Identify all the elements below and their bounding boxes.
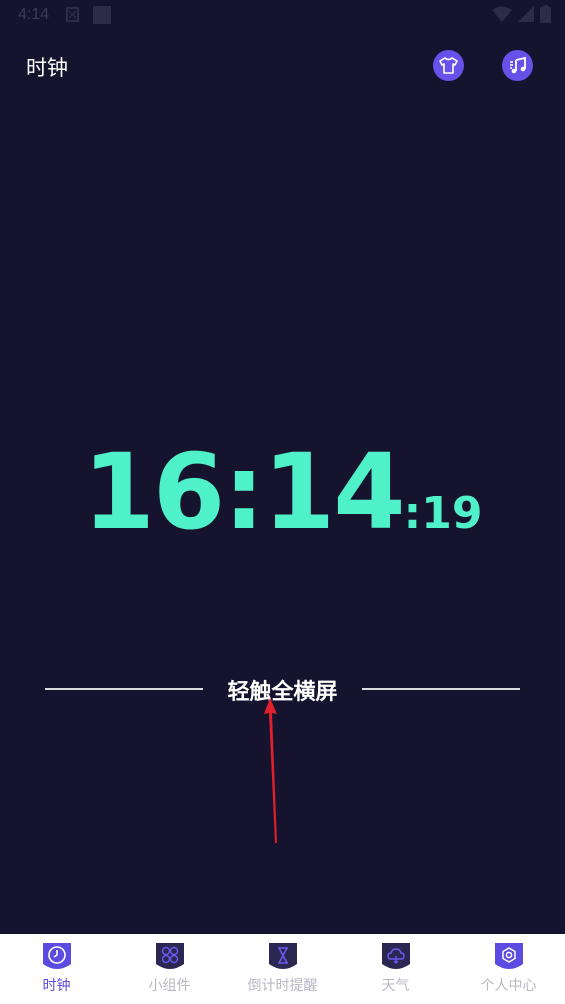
settings-gear-icon <box>494 943 523 969</box>
nav-item-countdown[interactable]: 倒计时提醒 <box>226 934 339 1004</box>
clock-seconds: :19 <box>403 488 483 539</box>
battery-icon <box>540 5 551 23</box>
widgets-icon <box>155 943 184 969</box>
nav-item-weather[interactable]: 天气 <box>339 934 452 1004</box>
nav-item-clock[interactable]: 时钟 <box>0 934 113 1004</box>
theme-button[interactable] <box>433 50 464 81</box>
nav-label: 倒计时提醒 <box>247 978 318 994</box>
signal-icon <box>518 6 534 22</box>
status-time: 4:14 <box>18 6 50 23</box>
status-indicators <box>492 5 551 23</box>
nav-item-widgets[interactable]: 小组件 <box>113 934 226 1004</box>
annotation-arrow-icon <box>264 698 277 843</box>
nav-label: 小组件 <box>148 978 191 994</box>
wifi-icon <box>492 6 512 22</box>
bottom-nav: 时钟 小组件 倒计时提醒 天气 个人中心 <box>0 934 565 1004</box>
nav-label: 个人中心 <box>480 978 537 994</box>
hourglass-icon <box>268 943 297 969</box>
nav-label: 时钟 <box>42 978 71 994</box>
nav-item-profile[interactable]: 个人中心 <box>452 934 565 1004</box>
clock-screen: 4:14 时钟 16:14:19 轻触全横屏 <box>0 0 565 934</box>
music-note-icon <box>509 56 526 73</box>
nav-label: 天气 <box>381 978 410 994</box>
cloud-icon <box>381 943 410 969</box>
fullscreen-hint[interactable]: 轻触全横屏 <box>0 674 565 706</box>
page-title: 时钟 <box>26 56 68 80</box>
digital-clock[interactable]: 16:14:19 <box>0 440 565 544</box>
clock-icon <box>42 943 71 969</box>
status-bar: 4:14 <box>0 0 565 32</box>
tshirt-icon <box>439 57 458 74</box>
music-button[interactable] <box>502 50 533 81</box>
notification-icon <box>66 7 79 22</box>
clock-hours-minutes: 16:14 <box>82 431 406 553</box>
app-notification-icon <box>93 6 111 24</box>
